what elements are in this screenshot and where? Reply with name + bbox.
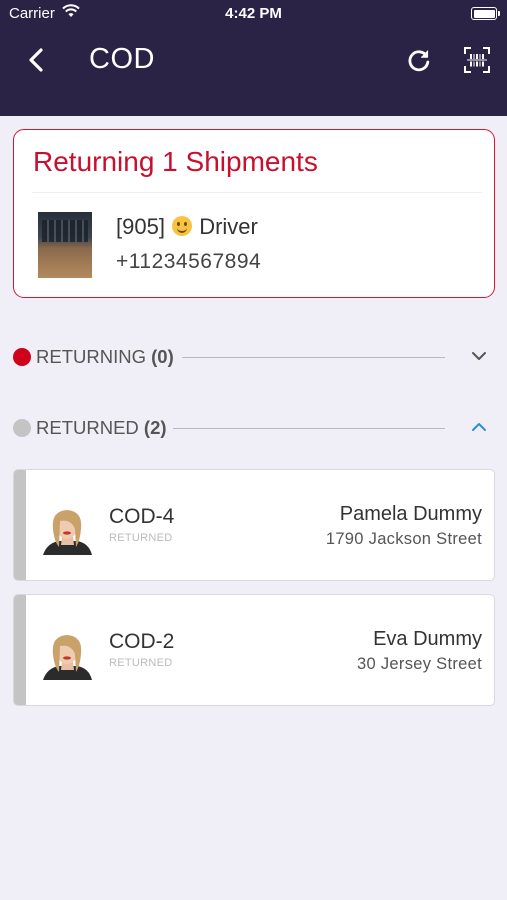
section-returned[interactable]: RETURNED (2) <box>13 415 495 441</box>
status-time: 4:42 PM <box>225 5 282 22</box>
shipment-card[interactable]: COD-2 RETURNED Eva Dummy 30 Jersey Stree… <box>13 594 495 706</box>
shipment-code: COD-4 <box>109 505 175 528</box>
back-button[interactable] <box>22 44 52 76</box>
shipment-status: RETURNED <box>109 532 173 544</box>
shipment-card[interactable]: COD-4 RETURNED Pamela Dummy 1790 Jackson… <box>13 469 495 581</box>
section-label-returned: RETURNED (2) <box>36 417 167 438</box>
summary-divider <box>32 192 482 193</box>
customer-avatar <box>43 510 92 555</box>
refresh-button[interactable] <box>404 45 434 75</box>
driver-id: [905] <box>116 214 165 239</box>
smiley-face-icon <box>172 216 193 236</box>
shipment-status: RETURNED <box>109 657 173 669</box>
app-header: Carrier 4:42 PM COD <box>0 0 507 116</box>
status-color-bar <box>14 470 26 580</box>
returning-summary-card: Returning 1 Shipments [905] Driver +1123… <box>13 129 495 298</box>
customer-name: Pamela Dummy <box>339 503 482 525</box>
barcode-scan-button[interactable] <box>462 45 492 75</box>
shipment-code: COD-2 <box>109 630 175 653</box>
status-dot-gray <box>13 419 31 437</box>
customer-avatar <box>43 635 92 680</box>
customer-address: 1790 Jackson Street <box>325 530 482 548</box>
summary-title: Returning 1 Shipments <box>33 146 318 177</box>
section-label-returning: RETURNING (0) <box>36 346 174 367</box>
section-returning[interactable]: RETURNING (0) <box>13 344 495 370</box>
driver-phone: +11234567894 <box>116 250 262 273</box>
section-divider-line <box>173 428 445 429</box>
battery-icon <box>471 7 500 20</box>
driver-photo <box>38 212 92 278</box>
section-divider-line <box>182 357 445 358</box>
customer-address: 30 Jersey Street <box>357 655 482 673</box>
status-dot-red <box>13 348 31 366</box>
driver-name: [905] Driver <box>116 214 258 240</box>
page-title: COD <box>89 43 155 75</box>
chevron-up-icon[interactable] <box>469 417 489 437</box>
status-color-bar <box>14 595 26 705</box>
status-bar: Carrier 4:42 PM <box>0 0 507 28</box>
customer-name: Eva Dummy <box>373 628 482 650</box>
chevron-down-icon[interactable] <box>469 346 489 366</box>
driver-name-text: Driver <box>199 214 258 239</box>
